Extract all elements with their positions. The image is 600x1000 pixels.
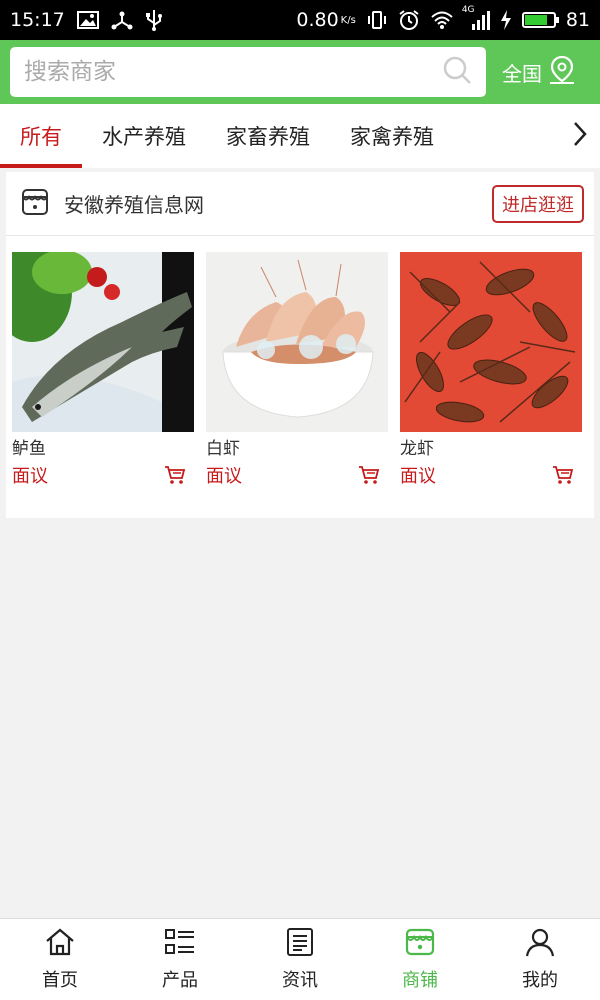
- signal-icon: 4G: [462, 5, 490, 31]
- battery-fill: [524, 15, 548, 25]
- alarm-icon: [398, 9, 420, 31]
- shop-name[interactable]: 安徽养殖信息网: [64, 189, 204, 218]
- nav-label: 产品: [162, 970, 198, 991]
- bottom-nav: 首页 产品 资讯 商铺 我的: [0, 918, 600, 1000]
- region-selector[interactable]: 全国: [502, 55, 576, 90]
- product-name: 鲈鱼: [12, 439, 46, 459]
- shop-icon: [20, 187, 50, 221]
- list-icon: [164, 927, 196, 962]
- product-price: 面议: [206, 466, 242, 487]
- product-name: 龙虾: [400, 439, 434, 459]
- cart-icon[interactable]: [164, 464, 186, 486]
- search-input[interactable]: [24, 59, 442, 85]
- charging-icon: [500, 9, 512, 31]
- product-price: 面议: [12, 466, 48, 487]
- product-price: 面议: [400, 466, 436, 487]
- store-icon: [404, 927, 436, 962]
- share-icon: [111, 9, 133, 31]
- network-speed-unit: K/s: [340, 14, 356, 26]
- product-item[interactable]: 白虾 面议: [206, 252, 388, 488]
- header-bar: 全国: [0, 40, 600, 104]
- tab-label: 家禽养殖: [350, 125, 434, 149]
- network-speed: 0.80: [296, 9, 339, 31]
- home-icon: [44, 927, 76, 962]
- nav-shops[interactable]: 商铺: [360, 919, 480, 1000]
- category-tabs: 所有 水产养殖 家畜养殖 家禽养殖: [0, 104, 600, 168]
- region-label: 全国: [502, 61, 542, 86]
- tab-label: 家畜养殖: [226, 125, 310, 149]
- nav-label: 我的: [522, 970, 558, 991]
- product-item[interactable]: 龙虾 面议: [400, 252, 582, 488]
- cart-icon[interactable]: [358, 464, 380, 486]
- nav-label: 商铺: [402, 970, 438, 991]
- image-icon: [76, 9, 99, 31]
- nav-home[interactable]: 首页: [0, 919, 120, 1000]
- user-icon: [524, 927, 556, 962]
- tabs-next-button[interactable]: [560, 104, 600, 168]
- white-shrimp-photo[interactable]: [206, 252, 388, 432]
- nav-news[interactable]: 资讯: [240, 919, 360, 1000]
- shop-card: 安徽养殖信息网 进店逛逛 鲈鱼 面议 白虾 面议 龙虾 面议: [6, 172, 594, 518]
- visit-shop-button[interactable]: 进店逛逛: [492, 184, 584, 223]
- nav-label: 首页: [42, 970, 78, 991]
- nav-label: 资讯: [282, 970, 318, 991]
- tab-poultry[interactable]: 家禽养殖: [330, 104, 454, 168]
- search-icon[interactable]: [442, 55, 472, 89]
- search-box[interactable]: [10, 47, 486, 97]
- nav-profile[interactable]: 我的: [480, 919, 600, 1000]
- product-list: 鲈鱼 面议 白虾 面议 龙虾 面议: [6, 236, 594, 488]
- tab-livestock[interactable]: 家畜养殖: [206, 104, 330, 168]
- tab-label: 水产养殖: [102, 125, 186, 149]
- cart-icon[interactable]: [552, 464, 574, 486]
- location-pin-icon: [548, 55, 576, 90]
- usb-icon: [145, 9, 163, 31]
- tab-all[interactable]: 所有: [0, 104, 82, 168]
- wifi-icon: [430, 9, 454, 31]
- tab-label: 所有: [20, 125, 62, 149]
- battery-icon: [521, 12, 559, 28]
- sea-bass-photo[interactable]: [12, 252, 194, 432]
- vibrate-icon: [366, 9, 388, 31]
- tab-aquaculture[interactable]: 水产养殖: [82, 104, 206, 168]
- product-item[interactable]: 鲈鱼 面议: [12, 252, 194, 488]
- news-icon: [284, 927, 316, 962]
- status-bar: 15:17 0.80 K/s 4G 81: [0, 0, 600, 40]
- shop-header: 安徽养殖信息网 进店逛逛: [6, 172, 594, 236]
- battery-percent: 81: [565, 9, 590, 31]
- status-time: 15:17: [10, 9, 65, 31]
- chevron-right-icon: [572, 120, 588, 152]
- nav-products[interactable]: 产品: [120, 919, 240, 1000]
- crayfish-photo[interactable]: [400, 252, 582, 432]
- product-name: 白虾: [206, 439, 240, 459]
- network-type: 4G: [461, 5, 475, 15]
